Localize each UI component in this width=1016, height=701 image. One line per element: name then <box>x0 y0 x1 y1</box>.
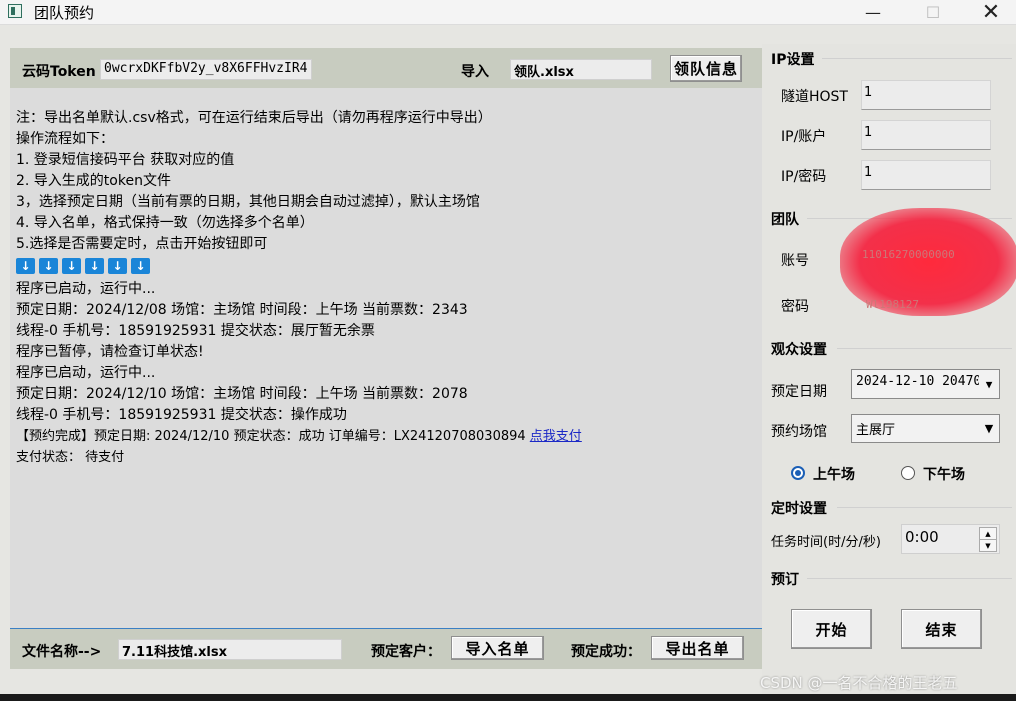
arrow-down-icon: ↓ <box>85 258 104 274</box>
arrow-down-icon: ↓ <box>131 258 150 274</box>
log-line: 程序已暂停，请检查订单状态! <box>16 344 204 360</box>
date-label: 预定日期 <box>771 384 827 400</box>
audience-section-title: 观众设置 <box>771 342 827 358</box>
end-button[interactable]: 结束 <box>901 609 982 649</box>
divider <box>822 58 1012 59</box>
team-password-label: 密码 <box>781 299 809 315</box>
ip-password-label: IP/密码 <box>781 169 827 185</box>
date-select[interactable]: 2024-12-10 20470 ▼ <box>851 369 1000 399</box>
task-time-spinbox[interactable]: 0:00 ▲ ▼ <box>901 524 1000 554</box>
import-list-button[interactable]: 导入名单 <box>451 636 544 660</box>
ip-password-input[interactable]: 1 <box>861 160 991 190</box>
arrow-down-icon: ↓ <box>62 258 81 274</box>
complete-text: 【预约完成】预定日期: 2024/12/10 预定状态：成功 订单编号：LX24… <box>16 429 526 444</box>
app-icon <box>8 4 22 18</box>
watermark: CSDN @一名不合格的王老五 <box>760 674 958 692</box>
arrow-row: ↓ ↓ ↓ ↓ ↓ ↓ <box>16 255 756 279</box>
date-value: 2024-12-10 20470 <box>856 374 982 389</box>
export-list-button[interactable]: 导出名单 <box>651 636 744 660</box>
venue-select[interactable]: 主展厅 ▼ <box>851 414 1000 443</box>
log-line: 预定日期：2024/12/10 场馆：主场馆 时间段：上午场 当前票数：2078 <box>16 386 468 402</box>
background-strip <box>0 694 1016 701</box>
afternoon-label[interactable]: 下午场 <box>923 464 965 484</box>
file-toolbar: 文件名称--> 7.11科技馆.xlsx 预定客户： 导入名单 预定成功： 导出… <box>10 628 762 669</box>
window-title: 团队预约 <box>34 4 95 22</box>
team-account-label: 账号 <box>781 253 809 269</box>
log-line-complete: 【预约完成】预定日期: 2024/12/10 预定状态：成功 订单编号：LX24… <box>16 426 756 447</box>
file-name-label: 文件名称--> <box>22 644 102 660</box>
team-password-input[interactable]: Wl198127 <box>866 298 919 311</box>
token-input[interactable]: 0wcrxDKFfbV2y_v8X6FFHvzIR4 <box>100 59 312 80</box>
task-time-label: 任务时间(时/分/秒) <box>771 535 881 550</box>
log-output: 注：导出名单默认.csv格式，可在运行结束后导出（请勿再程序运行中导出） 操作流… <box>16 108 756 468</box>
venue-value: 主展厅 <box>856 423 896 438</box>
log-line: 5.选择是否需要定时，点击开始按钮即可 <box>16 236 268 252</box>
start-button[interactable]: 开始 <box>791 609 872 649</box>
log-line: 线程-0 手机号：18591925931 提交状态：操作成功 <box>16 407 347 423</box>
morning-label[interactable]: 上午场 <box>813 464 855 484</box>
client-label: 预定客户： <box>371 644 441 660</box>
pay-status: 支付状态： 待支付 <box>16 450 125 465</box>
divider <box>807 578 1012 579</box>
ip-section-title: IP设置 <box>771 52 815 68</box>
success-label: 预定成功： <box>571 644 641 660</box>
ip-account-input[interactable]: 1 <box>861 120 991 150</box>
log-line: 操作流程如下： <box>16 131 114 147</box>
log-line: 预定日期：2024/12/08 场馆：主场馆 时间段：上午场 当前票数：2343 <box>16 302 468 318</box>
host-label: 隧道HOST <box>781 89 848 105</box>
spin-down-icon[interactable]: ▼ <box>979 539 997 552</box>
ip-account-label: IP/账户 <box>781 129 827 145</box>
app-window: 团队预约 — ☐ ✕ 云码Token 0wcrxDKFfbV2y_v8X6FFH… <box>0 0 1016 694</box>
maximize-button[interactable]: ☐ <box>910 0 956 24</box>
log-line: 线程-0 手机号：18591925931 提交状态：展厅暂无余票 <box>16 323 375 339</box>
team-account-input[interactable]: 11016270000000 <box>862 248 955 261</box>
main-panel: 云码Token 0wcrxDKFfbV2y_v8X6FFHvzIR4 导入 领队… <box>10 48 762 669</box>
import-label: 导入 <box>461 64 489 80</box>
import-file-input[interactable]: 领队.xlsx <box>510 59 652 80</box>
chevron-down-icon[interactable]: ▼ <box>979 370 999 398</box>
arrow-down-icon: ↓ <box>108 258 127 274</box>
venue-label: 预约场馆 <box>771 424 827 440</box>
log-line: 注：导出名单默认.csv格式，可在运行结束后导出（请勿再程序运行中导出） <box>16 110 492 126</box>
log-line: 程序已启动，运行中... <box>16 365 156 381</box>
log-line: 4. 导入名单，格式保持一致（勿选择多个名单） <box>16 215 314 231</box>
team-section-title: 团队 <box>771 212 799 228</box>
token-label: 云码Token <box>22 64 96 80</box>
task-time-value: 0:00 <box>905 528 939 546</box>
token-toolbar: 云码Token 0wcrxDKFfbV2y_v8X6FFHvzIR4 导入 领队… <box>10 48 762 88</box>
chevron-down-icon[interactable]: ▼ <box>979 415 999 442</box>
host-input[interactable]: 1 <box>861 80 991 110</box>
title-bar: 团队预约 — ☐ ✕ <box>0 0 1016 25</box>
log-line: 3，选择预定日期（当前有票的日期，其他日期会自动过滤掉），默认主场馆 <box>16 194 480 210</box>
afternoon-radio[interactable] <box>901 466 915 480</box>
file-name-input[interactable]: 7.11科技馆.xlsx <box>118 639 342 660</box>
pay-link[interactable]: 点我支付 <box>530 429 582 444</box>
leader-info-button[interactable]: 领队信息 <box>670 55 742 82</box>
arrow-down-icon: ↓ <box>16 258 35 274</box>
divider <box>837 348 1012 349</box>
morning-radio[interactable] <box>791 466 805 480</box>
minimize-button[interactable]: — <box>850 0 896 24</box>
divider <box>837 507 1012 508</box>
log-line: 2. 导入生成的token文件 <box>16 173 171 189</box>
close-button[interactable]: ✕ <box>968 0 1014 25</box>
booking-section-title: 预订 <box>771 572 799 588</box>
arrow-down-icon: ↓ <box>39 258 58 274</box>
settings-panel: IP设置 隧道HOST 1 IP/账户 1 IP/密码 1 团队 账号 密码 观… <box>762 44 1016 694</box>
log-line: 程序已启动，运行中... <box>16 281 156 297</box>
log-line: 1. 登录短信接码平台 获取对应的值 <box>16 152 235 168</box>
timer-section-title: 定时设置 <box>771 501 827 517</box>
